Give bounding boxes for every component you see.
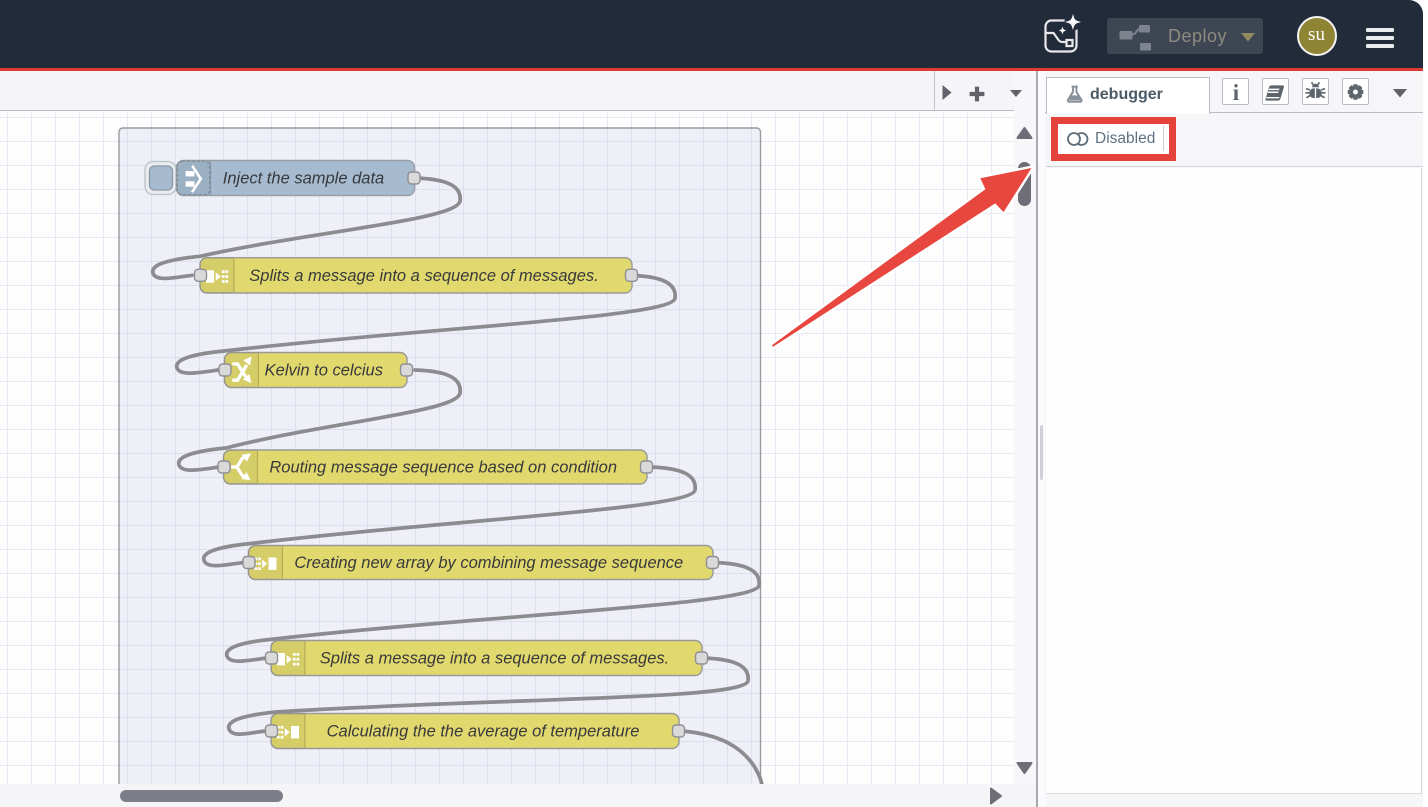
svg-text:Splits a message into a sequen: Splits a message into a sequence of mess… (249, 267, 598, 285)
svg-text:Kelvin to celcius: Kelvin to celcius (265, 362, 383, 380)
svg-text:i: i (1233, 80, 1240, 105)
svg-text:Creating new array by combinin: Creating new array by combining message … (294, 554, 683, 572)
svg-text:Splits a message into a sequen: Splits a message into a sequence of mess… (320, 650, 669, 668)
svg-text:Calculating the the average of: Calculating the the average of temperatu… (327, 723, 640, 741)
svg-text:Inject the sample data: Inject the sample data (223, 170, 384, 188)
svg-text:Routing message sequence based: Routing message sequence based on condit… (269, 459, 617, 477)
